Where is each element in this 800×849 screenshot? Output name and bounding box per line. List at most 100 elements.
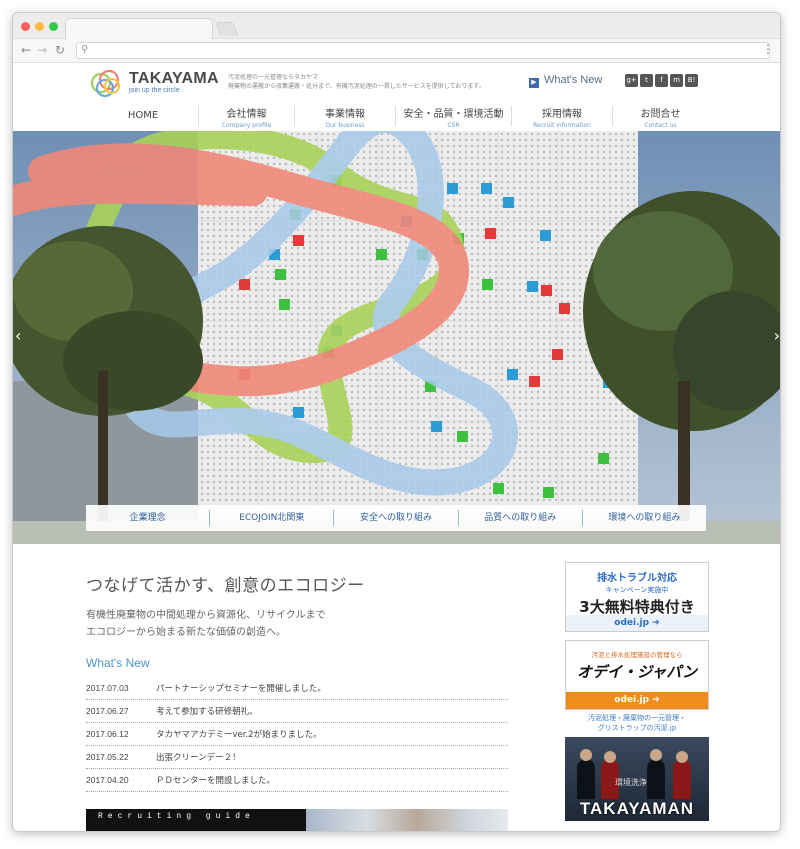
- reload-icon[interactable]: ↻: [55, 43, 65, 57]
- nav-contact-sublabel: Contact us: [644, 122, 677, 129]
- news-date: 2017.06.12: [86, 729, 129, 739]
- whats-new-label: What's New: [544, 74, 603, 86]
- news-title[interactable]: タカヤマアカデミーver.2が始まりました。: [156, 728, 322, 740]
- whats-new-link[interactable]: ▶ What's New: [529, 74, 602, 88]
- banner2-link: odei.jp ➔: [566, 692, 708, 709]
- news-title[interactable]: パートナーシップセミナーを開催しました。: [156, 682, 326, 694]
- nav-business-label: 事業情報: [325, 109, 365, 120]
- hero-slider[interactable]: ‹ › 企業理念 ECOJOIN北関東 安全への取り組み 品質への取り組み 環境…: [13, 131, 780, 544]
- forward-arrow-icon[interactable]: →: [37, 43, 47, 57]
- banner1-main: 3大無料特典付き: [579, 598, 695, 616]
- nav-csr-sublabel: CSR: [447, 122, 460, 129]
- banner2-link-text: odei.jp: [614, 695, 650, 705]
- news-title[interactable]: 考えて参加する研修朝礼。: [156, 705, 258, 717]
- tagline-line-2: 廃棄物の運搬から収集運搬・処分まで、有機汚泥処理の一貫したサービスを提供しており…: [228, 83, 485, 90]
- news-date: 2017.07.03: [86, 683, 129, 693]
- nav-contact[interactable]: お問合せ Contact us: [613, 101, 708, 131]
- figure: [673, 759, 691, 799]
- news-title[interactable]: ＰＤセンターを開設しました。: [156, 774, 275, 786]
- nav-company-sublabel: Company profile: [221, 122, 272, 129]
- whats-new-heading: What's New: [86, 656, 150, 670]
- banner3-small: 環境洗浄: [615, 778, 647, 787]
- news-item[interactable]: 2017.05.22 出張クリーンデー２！: [86, 746, 508, 769]
- logo-text: TAKAYAMA: [129, 70, 219, 87]
- news-date: 2017.06.27: [86, 706, 129, 716]
- back-arrow-icon[interactable]: ←: [21, 43, 31, 57]
- recruiting-photo: [306, 809, 508, 831]
- banner2-caption[interactable]: 汚泥処理・廃棄物の一元管理・ グリストラップの汚泥.jp: [565, 713, 709, 733]
- nav-recruit-label: 採用情報: [542, 109, 582, 120]
- arrow-circle-icon: ➔: [652, 695, 660, 705]
- banner2-top: 汚泥と排水処理施設の管理なら: [591, 651, 683, 659]
- nav-recruit-sublabel: Recruit information: [533, 122, 591, 129]
- nav-recruit[interactable]: 採用情報 Recruit information: [512, 101, 612, 131]
- news-list: 2017.07.03 パートナーシップセミナーを開催しました。 2017.06.2…: [86, 677, 508, 792]
- header-tagline: 汚泥処理の一元管理ならタカヤマ 廃棄物の運搬から収集運搬・処分まで、有機汚泥処理…: [228, 73, 528, 91]
- maximize-window-button[interactable]: [49, 22, 58, 31]
- figure: [647, 759, 665, 799]
- site: TAKAYAMA join up the circle 汚泥処理の一元管理ならタ…: [13, 63, 780, 831]
- nav-company-label: 会社情報: [226, 109, 267, 120]
- banner2-main: オデイ・ジャパン: [576, 663, 697, 681]
- hero-subnav: 企業理念 ECOJOIN北関東 安全への取り組み 品質への取り組み 環境への取り…: [86, 505, 706, 531]
- takayaman-banner[interactable]: 環境洗浄 TAKAYAMAN: [565, 737, 709, 821]
- recruiting-label: Recruiting guide: [86, 809, 306, 831]
- hatena-bookmark-icon[interactable]: B!: [685, 74, 698, 87]
- menu-icon[interactable]: ⋮: [762, 42, 774, 56]
- banner1-title: 排水トラブル対応: [597, 573, 677, 584]
- subnav-ecojoin[interactable]: ECOJOIN北関東: [210, 510, 335, 526]
- recruiting-banner[interactable]: Recruiting guide: [86, 809, 508, 831]
- figure-head: [604, 751, 616, 763]
- browser-window: ← → ↻ ⚲ ⋮ TAKAYAMA join up the circle 汚泥…: [12, 12, 781, 832]
- browser-toolbar: ← → ↻ ⚲ ⋮: [13, 39, 780, 63]
- lead-line-1: 有機性廃棄物の中間処理から資源化、リサイクルまで: [86, 610, 326, 621]
- browser-tab[interactable]: [65, 18, 213, 39]
- drain-trouble-banner[interactable]: 排水トラブル対応 キャンペーン実施中 3大無料特典付き odei.jp ➔: [565, 562, 709, 632]
- subnav-safety[interactable]: 安全への取り組み: [334, 510, 459, 526]
- hero-image: [13, 131, 780, 544]
- news-date: 2017.05.22: [86, 752, 129, 762]
- news-item[interactable]: 2017.06.12 タカヤマアカデミーver.2が始まりました。: [86, 723, 508, 746]
- sidebar-banners: 排水トラブル対応 キャンペーン実施中 3大無料特典付き odei.jp ➔ 汚泥…: [565, 562, 709, 821]
- news-item[interactable]: 2017.07.03 パートナーシップセミナーを開催しました。: [86, 677, 508, 700]
- lead-text: 有機性廃棄物の中間処理から資源化、リサイクルまで エコロジーから始まる新たな価値…: [86, 607, 446, 641]
- news-item[interactable]: 2017.06.27 考えて参加する研修朝礼。: [86, 700, 508, 723]
- mixi-icon[interactable]: m: [670, 74, 683, 87]
- subnav-philosophy[interactable]: 企業理念: [86, 510, 211, 526]
- twitter-icon[interactable]: t: [640, 74, 653, 87]
- nav-home[interactable]: HOME: [88, 101, 198, 131]
- news-item[interactable]: 2017.04.20 ＰＤセンターを開設しました。: [86, 769, 508, 792]
- facebook-icon[interactable]: f: [655, 74, 668, 87]
- slider-next-icon[interactable]: ›: [774, 326, 780, 345]
- banner1-subtitle: キャンペーン実施中: [605, 586, 669, 594]
- slider-prev-icon[interactable]: ‹: [15, 326, 21, 345]
- subnav-quality[interactable]: 品質への取り組み: [459, 510, 583, 526]
- minimize-window-button[interactable]: [35, 22, 44, 31]
- nav-business[interactable]: 事業情報 Our business: [295, 101, 395, 131]
- googleplus-icon[interactable]: g+: [625, 74, 638, 87]
- banner2-caption-2: グリストラップの汚泥.jp: [597, 724, 677, 732]
- nav-contact-label: お問合せ: [640, 109, 681, 120]
- lead-line-2: エコロジーから始まる新たな価値の創造へ。: [86, 627, 286, 638]
- nav-csr[interactable]: 安全・品質・環境活動 CSR: [396, 101, 511, 131]
- news-title[interactable]: 出張クリーンデー２！: [156, 751, 241, 763]
- subnav-environment[interactable]: 環境への取り組み: [583, 510, 706, 526]
- nav-company[interactable]: 会社情報 Company profile: [199, 101, 294, 131]
- site-header: TAKAYAMA join up the circle 汚泥処理の一元管理ならタ…: [13, 63, 780, 101]
- logo-subtitle: join up the circle: [129, 87, 180, 94]
- new-tab-button[interactable]: [215, 22, 239, 36]
- nav-business-sublabel: Our business: [325, 122, 365, 129]
- news-date: 2017.04.20: [86, 775, 129, 785]
- arrow-right-icon: ▶: [529, 78, 539, 88]
- main-content: つなげて活かす、創意のエコロジー 有機性廃棄物の中間処理から資源化、リサイクルま…: [13, 544, 780, 831]
- search-icon: ⚲: [81, 44, 89, 55]
- close-window-button[interactable]: [21, 22, 30, 31]
- banner1-link: odei.jp ➔: [566, 615, 708, 631]
- figure-head: [580, 749, 592, 761]
- odei-japan-banner[interactable]: 汚泥と排水処理施設の管理なら オデイ・ジャパン odei.jp ➔: [565, 640, 709, 710]
- browser-tabbar: [13, 13, 780, 39]
- figure-head: [676, 751, 688, 763]
- figure-head: [650, 749, 662, 761]
- social-links: g+ t f m B!: [625, 74, 698, 87]
- address-bar[interactable]: ⚲: [76, 42, 770, 59]
